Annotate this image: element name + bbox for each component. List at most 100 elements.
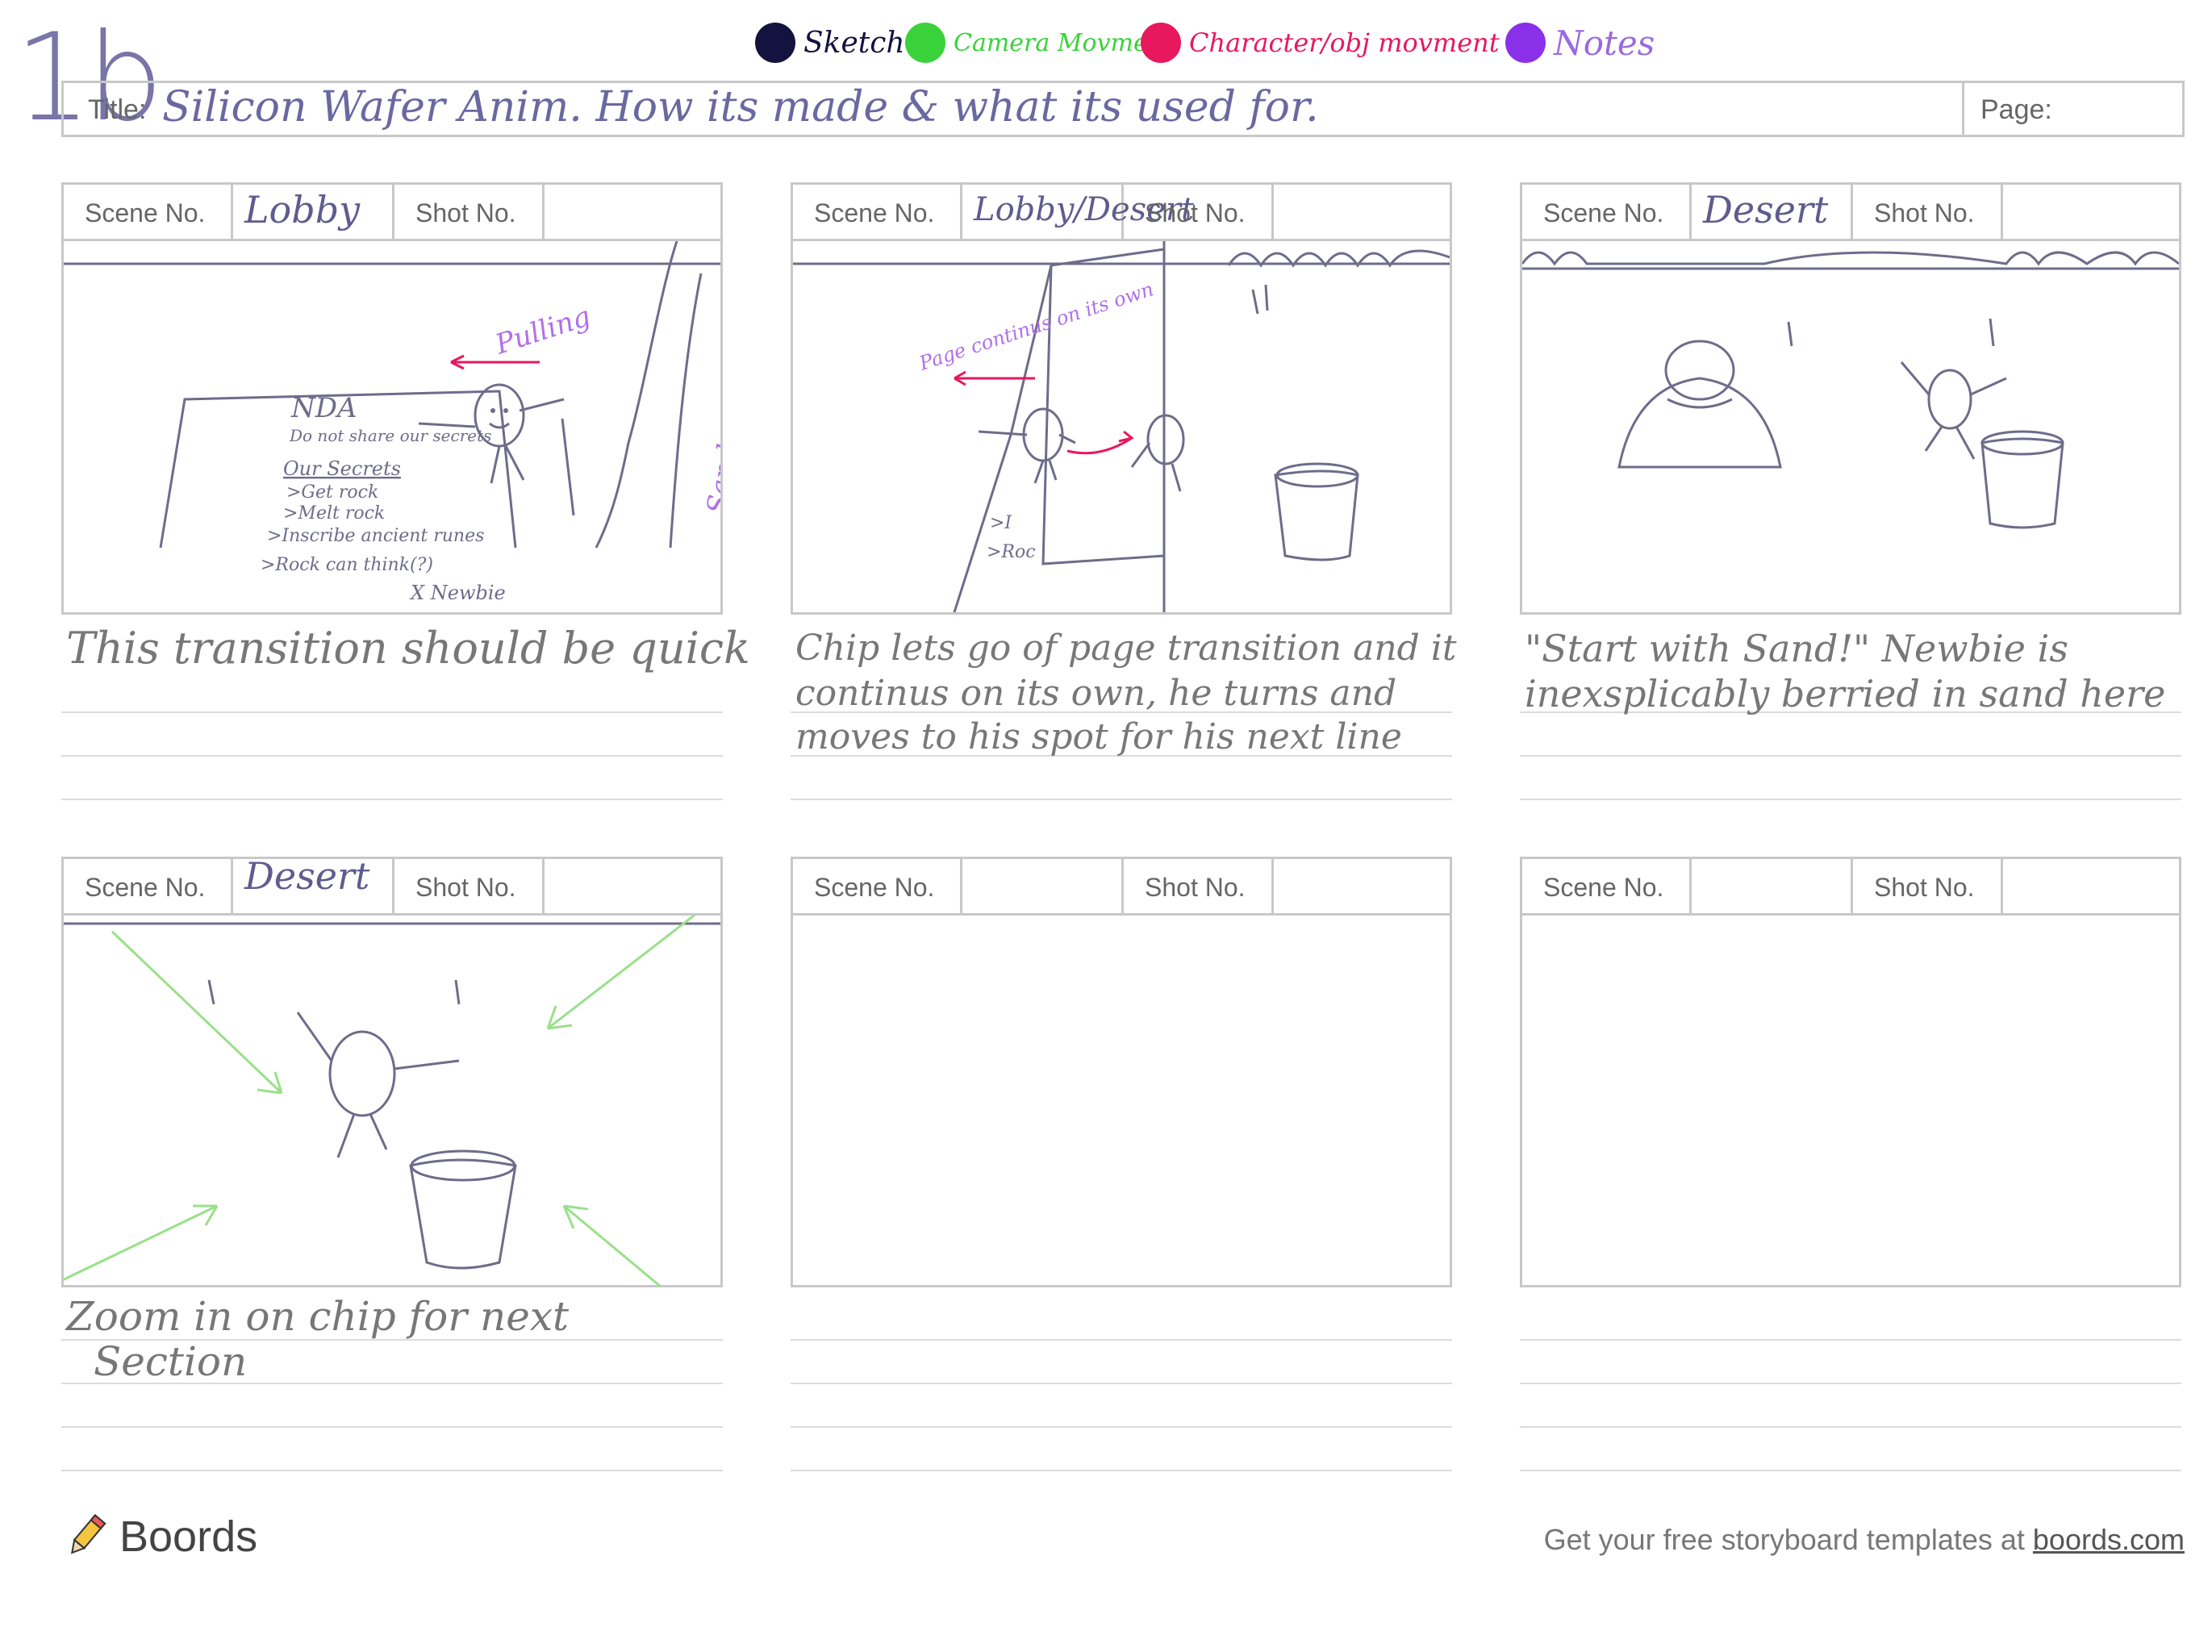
- notes-area-5[interactable]: [791, 1287, 1452, 1473]
- note-line: Section: [94, 1338, 248, 1385]
- doc-sub: Do not share our secrets: [289, 426, 491, 445]
- shot-label-cell: Shot No.: [394, 185, 545, 239]
- storyboard-panel-1: Scene No. Lobby Shot No. NDA Do not shar: [61, 182, 723, 615]
- scene-label: Scene No.: [85, 198, 206, 227]
- shot-label: Shot No.: [415, 198, 516, 227]
- storyboard-panel-4: Scene No. Desert Shot No.: [61, 854, 723, 1287]
- scene-label-cell: Scene No.: [64, 859, 233, 913]
- scene-label-cell: Scene No.: [64, 185, 233, 239]
- sketch-color-dot: [755, 23, 795, 63]
- shot-label: Shot No.: [1874, 198, 1975, 227]
- note-line: moves to his spot for his next line: [795, 716, 1402, 757]
- scene-label-cell: Scene No.: [1522, 859, 1692, 913]
- notes-area-4[interactable]: Zoom in on chip for next Section: [61, 1287, 723, 1473]
- legend-label: Notes: [1554, 23, 1655, 63]
- scene-value: Desert: [1703, 188, 1829, 232]
- shot-value-cell[interactable]: [545, 185, 720, 239]
- pulling-note: Pulling: [490, 300, 594, 361]
- pencil-icon: [70, 1513, 106, 1554]
- camera-color-dot: [905, 23, 945, 63]
- cta-text: Get your free storyboard templates at: [1543, 1523, 2033, 1556]
- shot-value-cell[interactable]: [1274, 185, 1450, 239]
- storyboard-panel-6: Scene No. Shot No.: [1520, 857, 2181, 1287]
- notes-area-6[interactable]: [1520, 1287, 2181, 1473]
- shot-label-cell: Shot No.: [394, 859, 545, 913]
- doc-item: >Rock can think(?): [261, 555, 433, 575]
- character-color-dot: [1141, 23, 1181, 63]
- note-line: Zoom in on chip for next: [66, 1293, 570, 1340]
- scene-value-cell[interactable]: Lobby/Desert: [962, 185, 1194, 239]
- scene-value: Desert: [244, 854, 370, 898]
- notes-color-dot: [1505, 23, 1546, 63]
- scene-label: Scene No.: [1543, 198, 1664, 227]
- page-fragment: >Roc: [987, 542, 1036, 562]
- note-line: "Start with Sand!" Newbie is: [1525, 627, 2068, 670]
- shot-value-cell[interactable]: [545, 859, 720, 913]
- scene-label: Scene No.: [814, 198, 935, 227]
- legend-character: Character/obj movment: [1141, 15, 1500, 71]
- scene-value-cell[interactable]: Desert: [233, 854, 394, 913]
- scene-value-cell[interactable]: [962, 859, 1124, 913]
- title-label: Title:: [88, 94, 147, 125]
- shot-label-cell: Shot No.: [1124, 859, 1274, 913]
- doc-item: >Get rock: [286, 482, 378, 503]
- panel-header: Scene No. Desert Shot No.: [1522, 185, 2179, 241]
- title-bar: Title: Silicon Wafer Anim. How its made …: [61, 81, 2185, 137]
- shot-value-cell[interactable]: [1274, 859, 1450, 913]
- shot-label-cell: Shot No.: [1853, 859, 2003, 913]
- note-line: This transition should be quick: [66, 623, 750, 674]
- shot-label: Shot No.: [1145, 873, 1246, 902]
- scene-value-cell[interactable]: Lobby: [233, 185, 394, 239]
- storyboard-panel-2: Scene No. Lobby/Desert Shot No. Page con…: [791, 182, 1452, 615]
- footer-cta: Get your free storyboard templates at bo…: [1544, 1523, 2185, 1557]
- panel-sketch: Page continus on its own >I >Roc: [793, 241, 1450, 612]
- scene-label: Scene No.: [1543, 873, 1664, 902]
- storyboard-panel-5: Scene No. Shot No.: [791, 857, 1452, 1287]
- panel-header: Scene No. Shot No.: [1522, 859, 2179, 916]
- notes-area-1[interactable]: This transition should be quick: [61, 615, 750, 800]
- shot-label: Shot No.: [1145, 198, 1246, 227]
- brand-logo[interactable]: Boords: [61, 1508, 257, 1565]
- page-label: Page:: [1980, 94, 2052, 125]
- panel-header: Scene No. Lobby/Desert Shot No.: [793, 185, 1450, 241]
- shot-value-cell[interactable]: [2003, 185, 2179, 239]
- legend-label: Character/obj movment: [1189, 27, 1500, 58]
- shot-value-cell[interactable]: [2003, 859, 2179, 913]
- panel-sketch: NDA Do not share our secrets Our Secrets…: [64, 241, 720, 604]
- shot-label-cell: Shot No.: [1124, 185, 1274, 239]
- panel-sketch-empty[interactable]: [793, 916, 1450, 1285]
- scene-value-cell[interactable]: [1692, 859, 1853, 913]
- scene-value: Lobby: [244, 188, 361, 232]
- note-line: Chip lets go of page transition and it: [795, 628, 1457, 669]
- scene-label: Scene No.: [85, 873, 206, 902]
- title-value[interactable]: Silicon Wafer Anim. How its made & what …: [162, 83, 1319, 131]
- scene-label-cell: Scene No.: [793, 185, 962, 239]
- doc-item: >Inscribe ancient runes: [267, 526, 484, 546]
- scene-value-cell[interactable]: Desert: [1692, 185, 1853, 239]
- legend-label: Sketch: [803, 26, 905, 60]
- panel-sketch-empty[interactable]: [1522, 916, 2179, 1285]
- shot-label: Shot No.: [1874, 873, 1975, 902]
- brand-name: Boords: [119, 1512, 258, 1561]
- panel-sketch: [1522, 251, 2179, 529]
- panel-header: Scene No. Lobby Shot No.: [64, 185, 720, 241]
- legend-notes: Notes: [1505, 15, 1655, 71]
- page-field[interactable]: Page:: [1962, 83, 2182, 135]
- note-line: inexsplicably berried in sand here: [1525, 672, 2166, 715]
- storyboard-panel-3: Scene No. Desert Shot No.: [1520, 182, 2181, 615]
- notes-area-3[interactable]: "Start with Sand!" Newbie is inexsplicab…: [1520, 615, 2181, 800]
- doc-list-title: Our Secrets: [283, 457, 401, 480]
- scene-label-cell: Scene No.: [793, 859, 962, 913]
- notes-area-2[interactable]: Chip lets go of page transition and it c…: [791, 615, 1457, 800]
- shot-label: Shot No.: [415, 873, 516, 902]
- note-line: continus on its own, he turns and: [795, 673, 1397, 714]
- page-continues-note: Page continus on its own: [916, 277, 1156, 375]
- panel-header: Scene No. Desert Shot No.: [64, 854, 720, 916]
- panel-header: Scene No. Shot No.: [793, 859, 1450, 916]
- scene-label-cell: Scene No.: [1522, 185, 1692, 239]
- boords-link[interactable]: boords.com: [2033, 1523, 2185, 1556]
- shot-label-cell: Shot No.: [1853, 185, 2003, 239]
- legend-sketch: Sketch: [755, 15, 905, 71]
- doc-sign: X Newbie: [409, 582, 506, 604]
- sandy-note: Sandy place: [700, 344, 720, 516]
